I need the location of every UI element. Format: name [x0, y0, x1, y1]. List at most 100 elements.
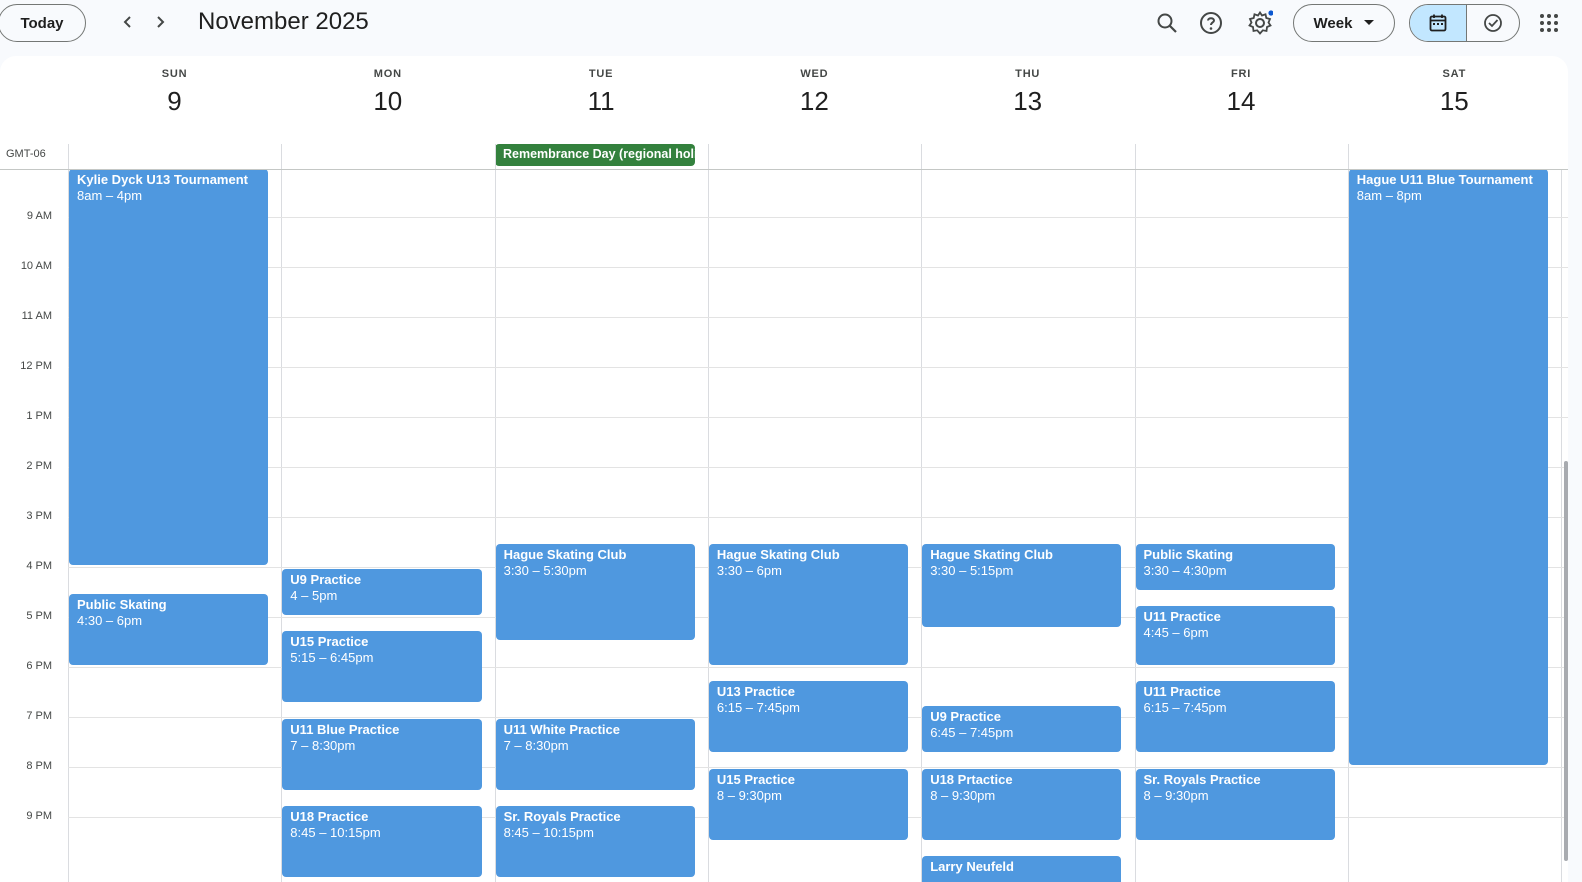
hour-label: 4 PM	[26, 559, 52, 572]
hour-label: 5 PM	[26, 609, 52, 622]
help-button[interactable]	[1196, 8, 1226, 38]
tasks-view-button[interactable]	[1467, 5, 1519, 41]
calendar-event[interactable]: Hague Skating Club 3:30 – 6pm	[708, 543, 909, 665]
day-name: SUN	[161, 68, 188, 80]
calendar-event[interactable]: U11 Practice 6:15 – 7:45pm	[1135, 681, 1335, 752]
event-title: U9 Practice	[930, 709, 1002, 724]
chevron-left-icon	[123, 16, 131, 28]
allday-column-divider	[494, 144, 496, 169]
calendar-event[interactable]: U11 Practice 4:45 – 6pm	[1135, 606, 1335, 665]
day-header-thu[interactable]: THU 13	[921, 56, 1134, 117]
scrollbar[interactable]	[1564, 461, 1568, 861]
calendar-event[interactable]: U18 Practice 8:45 – 10:15pm	[282, 806, 482, 877]
hour-label: 11 AM	[21, 309, 52, 322]
calendar-event[interactable]: U18 Prtactice 8 – 9:30pm	[922, 768, 1122, 840]
calendar-event[interactable]: Sr. Royals Practice 8:45 – 10:15pm	[495, 806, 695, 877]
calendar-event[interactable]: Larry Neufeld	[922, 856, 1122, 882]
day-number[interactable]: 10	[281, 86, 494, 117]
today-button[interactable]: Today	[0, 4, 86, 42]
day-header-sat[interactable]: SAT 15	[1348, 56, 1561, 117]
hour-label: 3 PM	[26, 509, 52, 522]
app-switcher-toggle	[1409, 4, 1520, 42]
chevron-right-icon	[157, 16, 165, 28]
day-number[interactable]: 12	[708, 86, 921, 117]
month-title: November 2025	[198, 8, 369, 35]
event-time: 3:30 – 6pm	[716, 562, 782, 578]
event-title: U11 Practice	[1143, 684, 1221, 699]
event-title: Hague Skating Club	[503, 546, 627, 562]
calendar-panel: SUN 9 MON 10 TUE 11 WED 12 THU 13 FRI 14 SAT 15 GMT-0…	[0, 56, 1568, 882]
day-number[interactable]: 15	[1348, 86, 1561, 117]
calendar-event[interactable]: Public Skating 3:30 – 4:30pm	[1135, 543, 1335, 590]
day-number[interactable]: 14	[1135, 86, 1348, 117]
calendar-event[interactable]: U9 Practice 4 – 5pm	[282, 568, 482, 615]
day-number[interactable]: 9	[68, 86, 281, 117]
day-header-fri[interactable]: FRI 14	[1135, 56, 1348, 117]
calendar-event[interactable]: U11 Blue Practice 7 – 8:30pm	[282, 718, 482, 790]
event-title: U9 Practice	[290, 571, 362, 587]
previous-week-button[interactable]	[116, 10, 140, 34]
calendar-event[interactable]: U9 Practice 6:45 – 7:45pm	[922, 706, 1122, 752]
event-title: U11 White Practice	[503, 721, 620, 737]
day-name: FRI	[1230, 68, 1252, 80]
calendar-event[interactable]: Public Skating 4:30 – 6pm	[69, 593, 269, 665]
event-time: 8am – 4pm	[77, 187, 143, 203]
hour-label: 8 PM	[26, 759, 52, 772]
all-day-event-remembrance-day[interactable]: Remembrance Day (regional holiday)	[495, 144, 695, 166]
event-time: 7 – 8:30pm	[290, 737, 356, 753]
event-time: 4:45 – 6pm	[1143, 625, 1209, 640]
search-button[interactable]	[1152, 8, 1182, 38]
allday-column-divider	[921, 144, 923, 169]
event-time: 8 – 9:30pm	[1143, 787, 1209, 803]
hour-line	[68, 266, 1568, 268]
allday-column-divider	[68, 144, 69, 169]
allday-column-divider	[1347, 144, 1349, 169]
day-name: SAT	[1442, 68, 1467, 80]
day-header-tue[interactable]: TUE 11	[495, 56, 708, 117]
calendar-event[interactable]: Hague Skating Club 3:30 – 5:30pm	[495, 543, 695, 640]
event-time: 3:30 – 5:30pm	[503, 562, 587, 578]
calendar-event[interactable]: Kylie Dyck U13 Tournament 8am – 4pm	[69, 169, 269, 565]
event-title: Sr. Royals Practice	[1143, 771, 1261, 787]
event-time: 3:30 – 4:30pm	[1143, 562, 1227, 578]
dropdown-arrow-icon	[1364, 20, 1375, 25]
event-time: 6:15 – 7:45pm	[1143, 700, 1227, 715]
day-header-wed[interactable]: WED 12	[708, 56, 921, 117]
search-icon	[1157, 13, 1177, 33]
calendar-event[interactable]: U13 Practice 6:15 – 7:45pm	[708, 681, 909, 752]
apps-grid-button[interactable]	[1538, 12, 1560, 34]
event-time: 7 – 8:30pm	[503, 737, 569, 753]
event-title: Hague Skating Club	[716, 546, 840, 562]
day-header-sun[interactable]: SUN 9	[68, 56, 281, 117]
hour-line	[68, 466, 1568, 468]
timezone-label: GMT-06	[6, 148, 46, 160]
day-header-mon[interactable]: MON 10	[281, 56, 494, 117]
settings-button[interactable]	[1245, 8, 1275, 38]
event-title: U11 Practice	[1143, 609, 1221, 624]
day-number[interactable]: 13	[921, 86, 1134, 117]
hour-label: 7 PM	[26, 709, 52, 722]
event-time: 6:15 – 7:45pm	[716, 700, 801, 715]
calendar-event[interactable]: U11 White Practice 7 – 8:30pm	[495, 718, 695, 790]
event-time: 8 – 9:30pm	[930, 787, 996, 803]
day-name: TUE	[588, 68, 614, 80]
event-time: 4 – 5pm	[290, 587, 338, 603]
view-label: Week	[1313, 14, 1353, 32]
calendar-event[interactable]: Sr. Royals Practice 8 – 9:30pm	[1135, 768, 1335, 840]
task-check-icon	[1484, 14, 1502, 32]
calendar-event[interactable]: U15 Practice 8 – 9:30pm	[708, 768, 909, 840]
event-time: 4:30 – 6pm	[77, 612, 143, 628]
hour-line	[68, 316, 1568, 318]
day-number[interactable]: 11	[495, 86, 708, 117]
next-week-button[interactable]	[148, 10, 172, 34]
calendar-event[interactable]: Hague U11 Blue Tournament 8am – 8pm	[1348, 169, 1549, 765]
event-title: U11 Blue Practice	[290, 721, 400, 737]
hour-label: 2 PM	[26, 459, 52, 472]
week-grid: 9 AM 10 AM 11 AM 12 PM 1 PM 2 PM 3 PM 4 PM 5 PM 6…	[0, 169, 1568, 882]
view-selector[interactable]: Week	[1293, 4, 1395, 42]
calendar-event[interactable]: Hague Skating Club 3:30 – 5:15pm	[922, 543, 1122, 627]
calendar-view-button[interactable]	[1410, 5, 1467, 41]
calendar-event[interactable]: U15 Practice 5:15 – 6:45pm	[282, 631, 482, 702]
allday-column-divider	[281, 144, 283, 169]
event-title: Hague Skating Club	[930, 546, 1053, 562]
